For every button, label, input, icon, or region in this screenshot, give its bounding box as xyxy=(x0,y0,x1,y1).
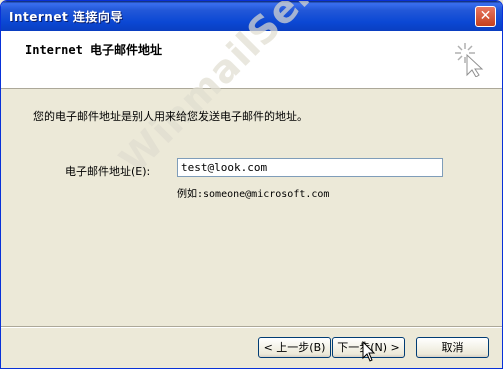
page-title: Internet 电子邮件地址 xyxy=(25,43,163,57)
close-button[interactable]: ✕ xyxy=(475,6,496,27)
description-text: 您的电子邮件地址是别人用来给您发送电子邮件的地址。 xyxy=(33,110,308,123)
wizard-window: Internet 连接向导 ✕ Internet 电子邮件地址 WinmailS… xyxy=(0,0,503,369)
wizard-header: Internet 电子邮件地址 xyxy=(1,31,502,89)
window-title: Internet 连接向导 xyxy=(9,10,123,24)
wizard-sparkle-icon xyxy=(455,43,484,77)
email-label: 电子邮件地址(E): xyxy=(65,165,151,178)
cancel-button[interactable]: 取消 xyxy=(416,337,489,358)
back-button[interactable]: < 上一步(B) xyxy=(258,337,331,358)
mouse-pointer-icon xyxy=(362,341,376,362)
title-bar[interactable]: Internet 连接向导 ✕ xyxy=(1,1,502,31)
email-field[interactable]: test@look.com xyxy=(177,158,443,177)
separator xyxy=(1,326,502,328)
email-example: 例如:someone@microsoft.com xyxy=(177,189,330,200)
